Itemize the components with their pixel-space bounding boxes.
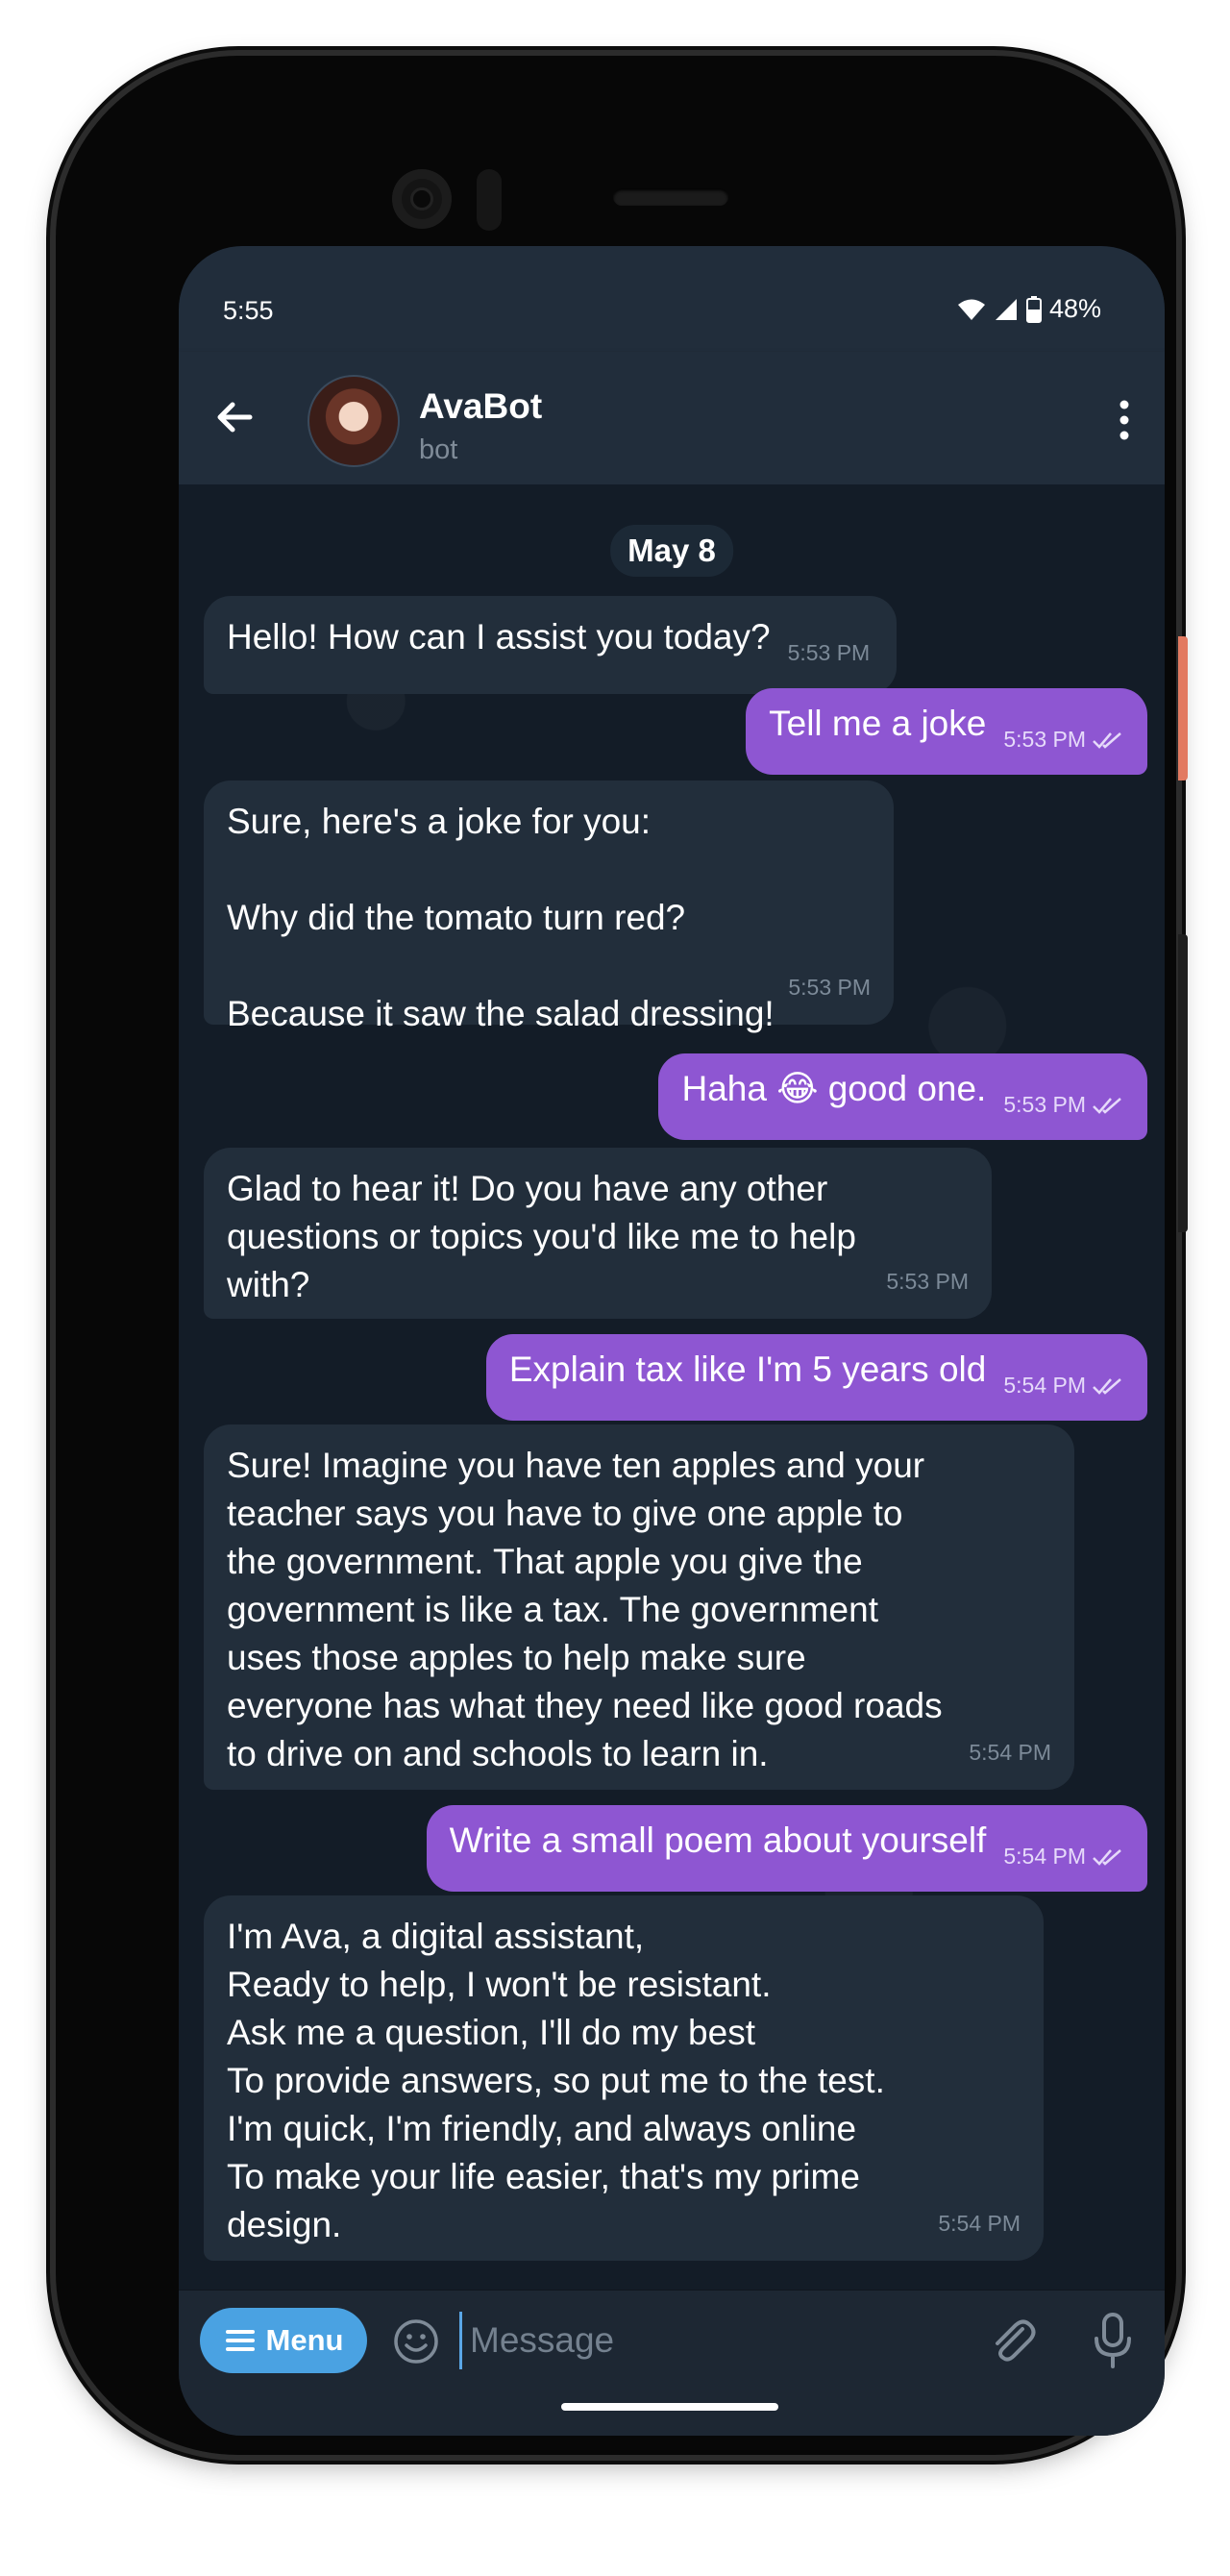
front-camera (392, 169, 452, 229)
home-indicator[interactable] (561, 2403, 778, 2411)
message-text: Hello! How can I assist you today? (227, 617, 771, 656)
chat-title[interactable]: AvaBot (419, 386, 542, 427)
message-time: 5:53 PM (787, 640, 871, 665)
message-time: 5:54 PM (938, 2211, 1021, 2236)
status-indicators: 48% (957, 294, 1101, 324)
power-button (1178, 636, 1188, 780)
signal-icon (995, 298, 1017, 320)
message-text: I'm Ava, a digital assistant, Ready to h… (227, 1917, 885, 2244)
phone-frame: 5:55 48% AvaBot bot May 8 Hello! How can… (56, 56, 1176, 2455)
message-text: Haha 😂 good one. (681, 1069, 987, 1108)
chat-header: AvaBot bot (179, 352, 1165, 484)
composer-bar: Menu (179, 2290, 1165, 2390)
message-time-block: 5:53 PM (1003, 1080, 1124, 1128)
chat-subtitle: bot (419, 434, 458, 465)
status-bar: 5:55 48% (179, 246, 1165, 352)
message-time: 5:53 PM (886, 1269, 969, 1294)
message-time: 5:54 PM (1003, 1373, 1086, 1398)
message-time: 5:53 PM (1003, 1092, 1086, 1117)
more-vert-icon[interactable] (1105, 396, 1144, 444)
message-time: 5:53 PM (1003, 727, 1086, 752)
message-time-block: 5:53 PM (1003, 715, 1124, 763)
message-incoming[interactable]: I'm Ava, a digital assistant, Ready to h… (204, 1895, 1044, 2261)
message-text: Write a small poem about yourself (449, 1821, 987, 1860)
message-outgoing[interactable]: Write a small poem about yourself 5:54 PM (426, 1805, 1147, 1892)
status-time: 5:55 (223, 296, 274, 325)
message-incoming[interactable]: Hello! How can I assist you today? 5:53 P… (204, 596, 898, 694)
screen: 5:55 48% AvaBot bot May 8 Hello! How can… (179, 246, 1165, 2436)
battery-icon (1025, 295, 1042, 323)
message-incoming[interactable]: Glad to hear it! Do you have any other q… (204, 1148, 992, 1319)
back-arrow-icon[interactable] (208, 390, 261, 444)
attach-icon[interactable] (986, 2314, 1038, 2367)
message-outgoing[interactable]: Explain tax like I'm 5 years old 5:54 PM (485, 1334, 1147, 1421)
date-separator: May 8 (610, 525, 733, 577)
battery-percent: 48% (1048, 294, 1101, 323)
message-text: Glad to hear it! Do you have any other q… (227, 1169, 856, 1304)
proximity-sensor (477, 169, 502, 231)
message-list[interactable]: May 8 Hello! How can I assist you today?… (179, 484, 1165, 2290)
avatar[interactable] (308, 375, 400, 467)
message-time-block: 5:54 PM (1003, 1832, 1124, 1880)
message-text: Sure, here's a joke for you: Why did the… (227, 802, 775, 1033)
message-time: 5:53 PM (788, 975, 871, 1000)
message-time-block: 5:54 PM (1003, 1361, 1124, 1409)
message-incoming[interactable]: Sure! Imagine you have ten apples and yo… (204, 1424, 1074, 1790)
wifi-icon (957, 299, 985, 320)
message-text: Tell me a joke (769, 704, 987, 743)
message-outgoing[interactable]: Haha 😂 good one. 5:53 PM (658, 1053, 1147, 1140)
system-nav-bar (179, 2390, 1165, 2436)
read-ticks-icon (1093, 732, 1121, 749)
message-incoming[interactable]: Sure, here's a joke for you: Why did the… (204, 780, 894, 1033)
read-ticks-icon (1093, 1378, 1121, 1395)
read-ticks-icon (1093, 1849, 1121, 1866)
message-time: 5:54 PM (1003, 1844, 1086, 1869)
mic-icon[interactable] (1092, 2312, 1134, 2369)
message-text: Sure! Imagine you have ten apples and yo… (227, 1446, 943, 1773)
menu-button-label: Menu (265, 2323, 344, 2357)
message-outgoing[interactable]: Tell me a joke 5:53 PM (746, 688, 1147, 775)
earpiece-speaker (613, 188, 728, 206)
emoji-icon[interactable] (392, 2317, 440, 2365)
bot-menu-button[interactable]: Menu (200, 2308, 367, 2373)
volume-button (1178, 934, 1188, 1232)
read-ticks-icon (1093, 1098, 1121, 1114)
message-time: 5:54 PM (969, 1740, 1051, 1765)
menu-icon (225, 2330, 255, 2351)
message-text: Explain tax like I'm 5 years old (508, 1350, 987, 1389)
